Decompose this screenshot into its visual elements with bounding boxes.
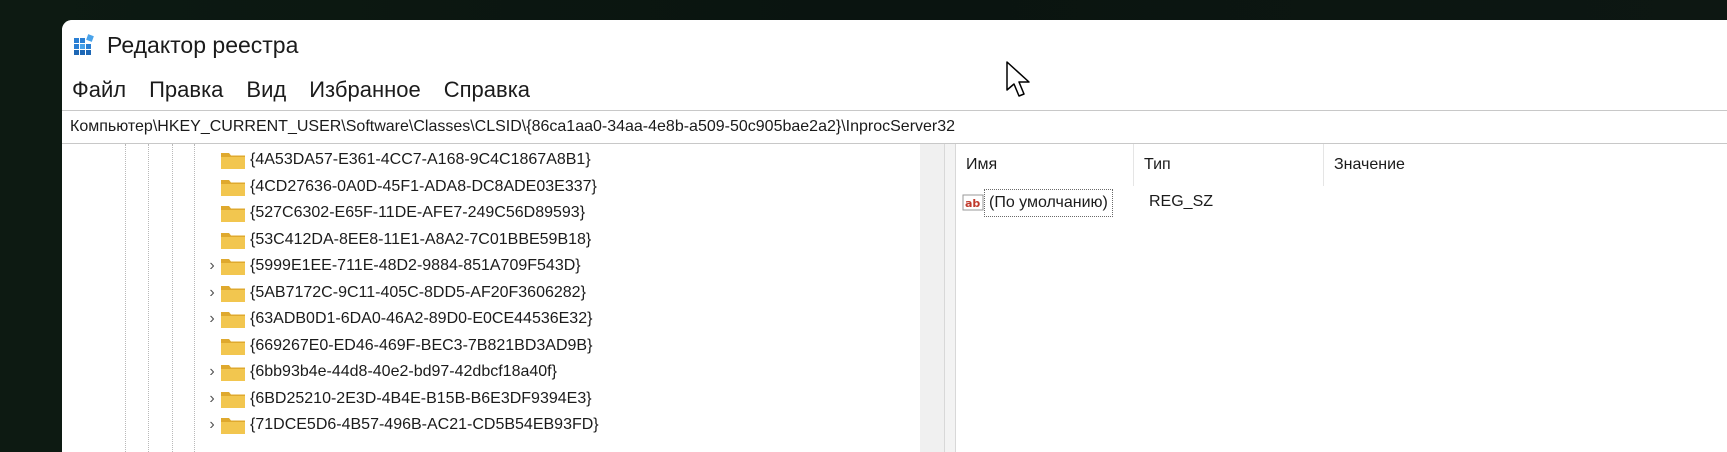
tree-item[interactable]: {527C6302-E65F-11DE-AFE7-249C56D89593} bbox=[62, 199, 918, 228]
folder-icon bbox=[220, 388, 246, 410]
mouse-cursor-icon bbox=[1004, 60, 1034, 100]
folder-icon bbox=[220, 229, 246, 251]
folder-icon bbox=[220, 282, 246, 304]
expander-placeholder bbox=[205, 179, 219, 195]
registry-editor-icon bbox=[74, 34, 96, 56]
pane-splitter[interactable] bbox=[944, 144, 956, 452]
expander-placeholder bbox=[205, 152, 219, 168]
folder-icon bbox=[220, 361, 246, 383]
chevron-right-icon[interactable]: › bbox=[205, 311, 219, 327]
tree-item[interactable]: {53C412DA-8EE8-11E1-A8A2-7C01BBE59B18} bbox=[62, 226, 918, 255]
tree-item-label: {4A53DA57-E361-4CC7-A168-9C4C1867A8B1} bbox=[250, 151, 591, 168]
chevron-right-icon[interactable]: › bbox=[205, 390, 219, 407]
chevron-right-icon[interactable]: › bbox=[205, 258, 219, 274]
address-bar[interactable]: Компьютер\HKEY_CURRENT_USER\Software\Cla… bbox=[62, 110, 1727, 144]
expander-placeholder bbox=[205, 338, 219, 354]
menu-bar: Файл Правка Вид Избранное Справка bbox=[62, 70, 1727, 110]
tree-item[interactable]: › {6bb93b4e-44d8-40e2-bd97-42dbcf18a40f} bbox=[62, 358, 918, 387]
tree-item-label: {6BD25210-2E3D-4B4E-B15B-B6E3DF9394E3} bbox=[250, 389, 592, 407]
value-type: REG_SZ bbox=[1149, 193, 1214, 210]
menu-file[interactable]: Файл bbox=[72, 77, 126, 103]
folder-icon bbox=[220, 202, 246, 224]
string-value-icon: ab bbox=[962, 192, 986, 214]
menu-edit[interactable]: Правка bbox=[149, 77, 223, 103]
tree-scrollbar[interactable] bbox=[920, 144, 944, 452]
window-title: Редактор реестра bbox=[107, 32, 299, 58]
column-header-data[interactable]: Значение bbox=[1324, 144, 1724, 186]
tree-item[interactable]: › {6BD25210-2E3D-4B4E-B15B-B6E3DF9394E3} bbox=[62, 385, 918, 414]
expander-placeholder bbox=[205, 232, 219, 248]
tree-item[interactable]: › {71DCE5D6-4B57-496B-AC21-CD5B54EB93FD} bbox=[62, 411, 918, 440]
folder-icon bbox=[220, 149, 246, 171]
folder-icon bbox=[220, 255, 246, 277]
tree-item-label: {6bb93b4e-44d8-40e2-bd97-42dbcf18a40f} bbox=[250, 363, 557, 380]
menu-favorites[interactable]: Избранное bbox=[309, 77, 421, 103]
title-bar[interactable]: Редактор реестра bbox=[62, 20, 1727, 70]
key-tree-pane[interactable]: {4A53DA57-E361-4CC7-A168-9C4C1867A8B1} {4… bbox=[62, 144, 918, 452]
menu-view[interactable]: Вид bbox=[246, 77, 286, 103]
menu-help[interactable]: Справка bbox=[444, 77, 530, 103]
values-pane[interactable]: Имя Тип Значение ab (По умолчанию) REG_S… bbox=[956, 144, 1727, 452]
tree-item-label: {71DCE5D6-4B57-496B-AC21-CD5B54EB93FD} bbox=[250, 416, 599, 433]
tree-item-label: {527C6302-E65F-11DE-AFE7-249C56D89593} bbox=[250, 204, 586, 221]
tree-item[interactable]: {669267E0-ED46-469F-BEC3-7B821BD3AD9B} bbox=[62, 332, 918, 361]
tree-item-label: {5999E1EE-711E-48D2-9884-851A709F543D} bbox=[250, 257, 581, 274]
expander-placeholder bbox=[205, 205, 219, 221]
folder-icon bbox=[220, 414, 246, 436]
tree-item[interactable]: {4CD27636-0A0D-45F1-ADA8-DC8ADE03E337} bbox=[62, 173, 918, 202]
column-header-type[interactable]: Тип bbox=[1134, 144, 1324, 186]
value-name[interactable]: (По умолчанию) bbox=[984, 189, 1113, 217]
tree-item[interactable]: › {63ADB0D1-6DA0-46A2-89D0-E0CE44536E32} bbox=[62, 305, 918, 334]
column-header-name[interactable]: Имя bbox=[956, 144, 1134, 186]
svg-text:ab: ab bbox=[965, 197, 980, 210]
chevron-right-icon[interactable]: › bbox=[205, 284, 219, 301]
chevron-right-icon[interactable]: › bbox=[205, 364, 219, 380]
tree-item-label: {4CD27636-0A0D-45F1-ADA8-DC8ADE03E337} bbox=[250, 177, 597, 195]
folder-icon bbox=[220, 335, 246, 357]
tree-item[interactable]: {4A53DA57-E361-4CC7-A168-9C4C1867A8B1} bbox=[62, 146, 918, 175]
chevron-right-icon[interactable]: › bbox=[205, 417, 219, 433]
tree-item-label: {5AB7172C-9C11-405C-8DD5-AF20F3606282} bbox=[250, 283, 586, 301]
folder-icon bbox=[220, 308, 246, 330]
value-row[interactable]: ab (По умолчанию) REG_SZ bbox=[956, 188, 1727, 218]
tree-item-label: {53C412DA-8EE8-11E1-A8A2-7C01BBE59B18} bbox=[250, 230, 592, 248]
tree-item[interactable]: › {5999E1EE-711E-48D2-9884-851A709F543D} bbox=[62, 252, 918, 281]
tree-item-label: {669267E0-ED46-469F-BEC3-7B821BD3AD9B} bbox=[250, 336, 593, 354]
registry-editor-window: Редактор реестра Файл Правка Вид Избранн… bbox=[62, 20, 1727, 452]
tree-item[interactable]: › {5AB7172C-9C11-405C-8DD5-AF20F3606282} bbox=[62, 279, 918, 308]
tree-item-label: {63ADB0D1-6DA0-46A2-89D0-E0CE44536E32} bbox=[250, 310, 593, 327]
folder-icon bbox=[220, 176, 246, 198]
